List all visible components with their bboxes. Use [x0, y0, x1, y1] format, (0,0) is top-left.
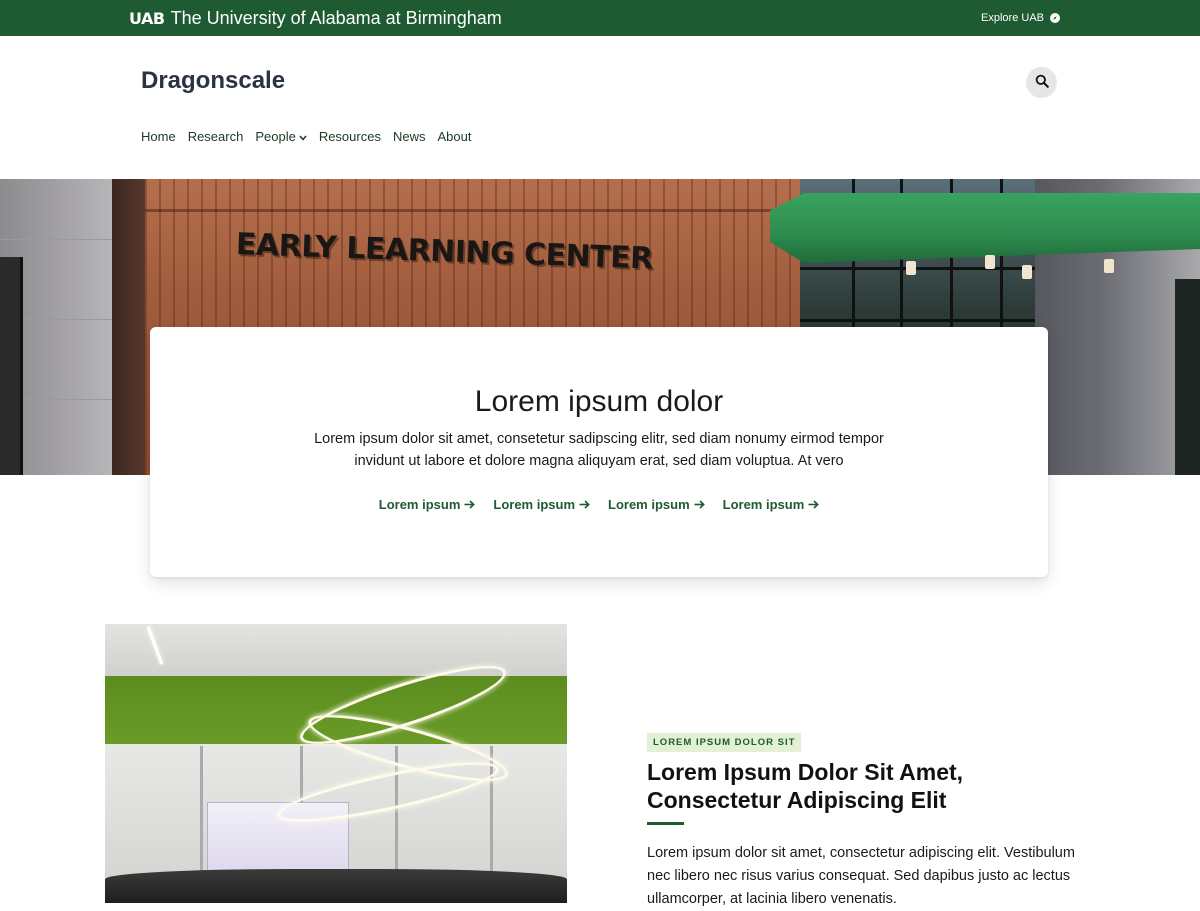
uab-brand-link[interactable]: UAB The University of Alabama at Birming…	[129, 0, 502, 36]
feature-image	[105, 624, 567, 903]
feature-body: Lorem ipsum dolor sit amet, consectetur …	[647, 845, 1075, 907]
hero-canopy-light	[1022, 265, 1032, 279]
hero-canopy-light	[906, 261, 916, 275]
site-title[interactable]: Dragonscale	[141, 67, 285, 95]
arrow-right-icon	[464, 497, 476, 512]
hero-link-label: Lorem ipsum	[493, 497, 575, 512]
feature-eyebrow: LOREM IPSUM DOLOR SIT	[647, 733, 802, 752]
arrow-right-icon	[694, 497, 705, 512]
nav-item-resources[interactable]: Resources	[319, 129, 381, 144]
hero-card-body: Lorem ipsum dolor sit amet, consetetur s…	[314, 431, 884, 469]
uab-logo: UAB	[129, 8, 165, 28]
arrow-right-icon	[579, 497, 590, 512]
hero-link-label: Lorem ipsum	[722, 497, 805, 512]
hero-card-title: Lorem ipsum dolor	[474, 385, 724, 418]
explore-uab-label: Explore UAB	[981, 12, 1044, 24]
feature-image-audience	[105, 869, 567, 903]
nav-item-home[interactable]: Home	[141, 129, 176, 144]
nav-item-about[interactable]: About	[437, 129, 471, 144]
search-button[interactable]	[1026, 67, 1057, 98]
uab-name: The University of Alabama at Birmingham	[170, 7, 502, 28]
hero-canopy-light	[1104, 259, 1114, 273]
hero-link-3[interactable]: Lorem ipsum	[608, 497, 705, 512]
hero-card: Lorem ipsum dolor Lorem ipsum dolor sit …	[150, 327, 1048, 577]
nav-item-news[interactable]: News	[393, 129, 426, 144]
hero-card-links: Lorem ipsum Lorem ipsum Lorem ipsum Lore…	[150, 497, 1048, 512]
hero-post	[112, 179, 148, 475]
nav-item-research[interactable]: Research	[188, 129, 244, 144]
hero-link-2[interactable]: Lorem ipsum	[493, 497, 590, 512]
explore-uab-link[interactable]: Explore UAB	[981, 0, 1060, 36]
chevron-down-icon	[299, 129, 307, 144]
hero-link-label: Lorem ipsum	[378, 497, 461, 512]
search-icon	[1035, 74, 1049, 91]
nav-item-people-label: People	[255, 129, 296, 144]
hero-canopy-light	[985, 255, 995, 269]
feature-title: Lorem Ipsum Dolor Sit Amet, Consectetur …	[647, 759, 964, 813]
compass-icon	[1050, 13, 1060, 23]
uab-top-bar: UAB The University of Alabama at Birming…	[0, 0, 1200, 36]
hero-link-label: Lorem ipsum	[608, 497, 690, 512]
feature-divider	[647, 822, 684, 825]
hero-link-4[interactable]: Lorem ipsum	[723, 497, 820, 512]
arrow-right-icon	[808, 497, 820, 512]
hero-link-1[interactable]: Lorem ipsum	[379, 497, 476, 512]
main-nav: Home Research People Resources News Abou…	[141, 129, 471, 144]
nav-item-people[interactable]: People	[255, 129, 307, 144]
hero-left-window	[0, 257, 23, 475]
